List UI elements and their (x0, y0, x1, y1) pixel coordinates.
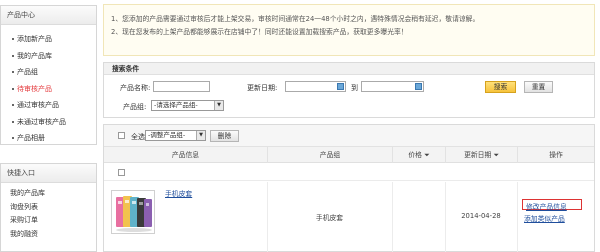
product-center-title: 产品中心 (1, 6, 96, 25)
delete-button[interactable]: 删除 (210, 130, 239, 142)
sidebar-item-my-products[interactable]: 我的产品库 (12, 48, 96, 65)
column-update-date[interactable]: 更新日期 ⏷ (445, 147, 517, 163)
sort-down-icon: ⏷ (493, 151, 499, 159)
quick-item-my-products[interactable]: 我的产品库 (10, 187, 96, 201)
date-to-input[interactable] (361, 81, 424, 92)
sidebar-item-approved[interactable]: 通过审核产品 (12, 97, 96, 114)
sidebar-item-product-group[interactable]: 产品组 (12, 64, 96, 81)
sidebar-item-album[interactable]: 产品相册 (12, 130, 96, 147)
sidebar-item-pending-review[interactable]: 待审核产品 (12, 81, 96, 98)
product-title-link[interactable]: 手机皮套 (165, 188, 192, 198)
select-all-label: 全选 (131, 133, 145, 141)
column-product-info: 产品信息 (171, 151, 200, 159)
column-divider (392, 182, 393, 252)
quick-entry-title: 快捷入口 (1, 164, 96, 183)
table-row: 手机皮套 手机皮套 2014-04-28 修改产品信息 添加类似产品 (104, 182, 594, 252)
date-from-input[interactable] (285, 81, 346, 92)
quick-entry-panel: 快捷入口 我的产品库 询盘列表 采购订单 我的融资 (0, 163, 97, 252)
table-header: 产品信息 产品组 价格 ⏷ 更新日期 ⏷ 操作 (104, 147, 594, 163)
add-similar-product-link[interactable]: 添加类似产品 (524, 213, 565, 223)
quick-item-inquiries[interactable]: 询盘列表 (10, 201, 96, 215)
row-checkbox[interactable] (118, 169, 125, 176)
operations-cell: 修改产品信息 添加类似产品 (522, 195, 586, 225)
product-group-select[interactable]: -请选择产品组- ▼ (151, 100, 224, 111)
column-product-group: 产品组 (267, 147, 392, 163)
update-date-cell: 2014-04-28 (461, 212, 501, 220)
quick-item-financing[interactable]: 我的融资 (10, 228, 96, 242)
notice-line-2: 2、现在您发布的上架产品都能够展示在店铺中了！同时还能设置加载搜索产品，获取更多… (111, 28, 408, 36)
quick-item-purchase-orders[interactable]: 采购订单 (10, 214, 96, 228)
column-price[interactable]: 价格 ⏷ (392, 147, 445, 163)
update-date-label: 更新日期: (247, 84, 278, 92)
sidebar: 产品中心 添加新产品 我的产品库 产品组 待审核产品 通过审核产品 未通过审核产… (0, 0, 97, 252)
product-list: 全选 -调整产品组- ▼ 删除 产品信息 产品组 价格 ⏷ 更新日期 ⏷ 操作 (103, 124, 595, 252)
column-price-label: 价格 (408, 151, 422, 159)
search-title: 搜索条件 (104, 63, 594, 75)
product-group-cell: 手机皮套 (315, 214, 344, 222)
product-thumbnail[interactable] (111, 190, 155, 234)
list-toolbar: 全选 -调整产品组- ▼ 删除 (104, 125, 594, 147)
notice-box: 1、您添加的产品需要通过审核后才能上架交易，审核时间通常在24一48个小时之内，… (103, 4, 595, 56)
column-operations: 操作 (517, 147, 594, 163)
adjust-group-select[interactable]: -调整产品组- ▼ (145, 130, 206, 141)
product-name-input[interactable] (153, 81, 210, 92)
column-divider (517, 182, 518, 252)
sort-down-icon: ⏷ (424, 151, 430, 159)
sidebar-item-add-product[interactable]: 添加新产品 (12, 31, 96, 48)
notice-line-1: 1、您添加的产品需要通过审核后才能上架交易，审核时间通常在24一48个小时之内，… (111, 15, 480, 23)
reset-button[interactable]: 重置 (524, 81, 553, 93)
column-update-date-label: 更新日期 (464, 151, 492, 159)
product-center-panel: 产品中心 添加新产品 我的产品库 产品组 待审核产品 通过审核产品 未通过审核产… (0, 5, 97, 145)
sidebar-item-rejected[interactable]: 未通过审核产品 (12, 114, 96, 131)
phone-case-image (112, 191, 154, 233)
product-group-select-value: -请选择产品组- (154, 101, 198, 109)
product-name-label: 产品名称: (120, 84, 151, 92)
search-button[interactable]: 搜索 (485, 81, 516, 93)
quick-entry-menu: 我的产品库 询盘列表 采购订单 我的融资 (1, 183, 96, 241)
product-group-label: 产品组: (123, 103, 147, 111)
calendar-icon[interactable] (415, 83, 422, 90)
chevron-down-icon: ▼ (196, 131, 205, 140)
selection-row (104, 164, 594, 181)
calendar-icon[interactable] (337, 83, 344, 90)
to-label: 到 (351, 84, 358, 92)
product-center-menu: 添加新产品 我的产品库 产品组 待审核产品 通过审核产品 未通过审核产品 产品相… (1, 25, 96, 147)
edit-product-link[interactable]: 修改产品信息 (526, 201, 567, 211)
select-all-checkbox[interactable] (118, 132, 125, 139)
search-panel: 搜索条件 产品名称: 更新日期: 到 搜索 重置 产品组: -请选择产品组- ▼ (103, 62, 595, 118)
main-content: 1、您添加的产品需要通过审核后才能上架交易，审核时间通常在24一48个小时之内，… (103, 0, 600, 252)
adjust-group-select-value: -调整产品组- (148, 131, 186, 139)
chevron-down-icon: ▼ (214, 101, 223, 110)
